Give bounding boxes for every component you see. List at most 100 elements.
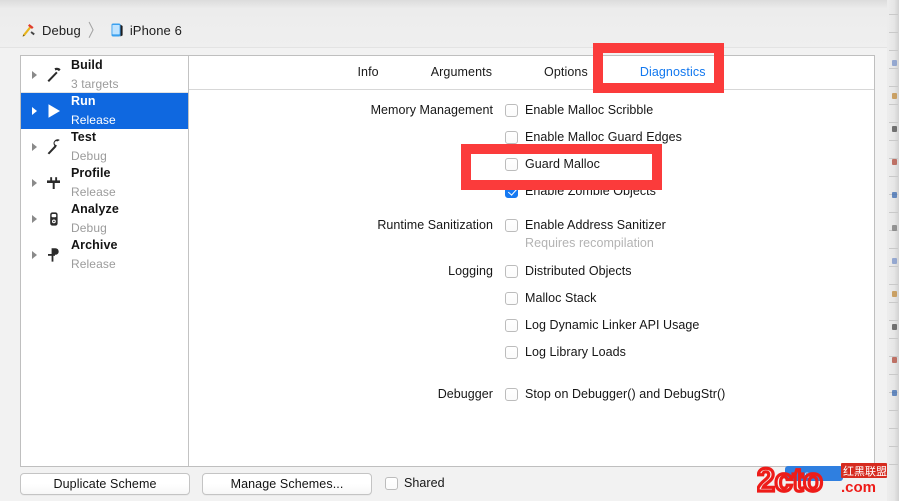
tab-diagnostics[interactable]: Diagnostics bbox=[614, 56, 732, 89]
disclosure-triangle-icon[interactable] bbox=[29, 179, 40, 187]
title-bar: Debug 〉 iPhone 6 bbox=[0, 0, 887, 48]
sidebar-item-test[interactable]: Test Debug bbox=[21, 129, 188, 165]
diagnostics-settings: Memory Management Enable Malloc Scribble E… bbox=[189, 89, 874, 407]
breadcrumb: Debug 〉 iPhone 6 bbox=[20, 20, 182, 40]
sidebar-item-title: Test bbox=[71, 130, 96, 144]
svg-text:2cto: 2cto bbox=[757, 462, 823, 497]
checkbox-field[interactable]: Enable Malloc Scribble bbox=[505, 103, 653, 117]
sidebar-item-subtitle: Debug bbox=[71, 221, 107, 235]
checkbox-label: Distributed Objects bbox=[525, 264, 632, 278]
settings-row: Enable Zombie Objects bbox=[189, 184, 874, 204]
settings-row: Enable Malloc Guard Edges bbox=[189, 130, 874, 150]
sidebar-item-subtitle: Debug bbox=[71, 149, 107, 163]
diagnostics-pane: Info Arguments Options Diagnostics Memor… bbox=[189, 56, 874, 466]
checkbox[interactable] bbox=[505, 319, 518, 332]
svg-text:红黑联盟: 红黑联盟 bbox=[843, 465, 887, 478]
shared-checkbox-group[interactable]: Shared bbox=[385, 476, 445, 490]
checkbox-label: Enable Address Sanitizer bbox=[525, 218, 666, 232]
settings-group-label: Logging bbox=[189, 264, 505, 278]
shared-checkbox[interactable] bbox=[385, 477, 398, 490]
settings-group-label: Debugger bbox=[189, 387, 505, 401]
editor-panel: Build 3 targets Run Release bbox=[20, 55, 875, 467]
checkbox-label: Malloc Stack bbox=[525, 291, 596, 305]
settings-group: Runtime SanitizationEnable Address Sanit… bbox=[189, 218, 874, 250]
checkbox-label: Enable Malloc Guard Edges bbox=[525, 130, 682, 144]
checkbox[interactable] bbox=[505, 158, 518, 171]
sidebar-item-subtitle: Release bbox=[71, 257, 116, 271]
sidebar-item-run[interactable]: Run Release bbox=[21, 93, 188, 129]
xcode-icon bbox=[20, 22, 37, 39]
checkbox[interactable] bbox=[505, 104, 518, 117]
sidebar-item-subtitle: Release bbox=[71, 113, 116, 127]
settings-group-label: Memory Management bbox=[189, 103, 505, 117]
sidebar-item-analyze[interactable]: Analyze Debug bbox=[21, 201, 188, 237]
tab-info[interactable]: Info bbox=[331, 56, 404, 89]
disclosure-triangle-icon[interactable] bbox=[29, 215, 40, 223]
checkbox-label: Log Library Loads bbox=[525, 345, 626, 359]
svg-text:.com: .com bbox=[841, 479, 876, 496]
checkbox-label: Enable Zombie Objects bbox=[525, 184, 656, 198]
sidebar-item-archive[interactable]: Archive Release bbox=[21, 237, 188, 273]
shared-label: Shared bbox=[404, 476, 445, 490]
sidebar-item-profile[interactable]: Profile Release bbox=[21, 165, 188, 201]
settings-group: Logging Distributed Objects Malloc Stack Lo… bbox=[189, 264, 874, 365]
settings-row: Memory Management Enable Malloc Scribble bbox=[189, 103, 874, 123]
settings-group-label: Runtime Sanitization bbox=[189, 218, 505, 232]
checkbox[interactable] bbox=[505, 265, 518, 278]
checkbox-field[interactable]: Enable Zombie Objects bbox=[505, 184, 656, 198]
checkbox[interactable] bbox=[505, 219, 518, 232]
checkbox[interactable] bbox=[505, 131, 518, 144]
checkbox-label: Enable Malloc Scribble bbox=[525, 103, 653, 117]
settings-row: Guard Malloc bbox=[189, 157, 874, 177]
settings-row: Log Library Loads bbox=[189, 345, 874, 365]
checkbox-field[interactable]: Malloc Stack bbox=[505, 291, 596, 305]
checkbox-field[interactable]: Distributed Objects bbox=[505, 264, 632, 278]
bottom-toolbar: Duplicate Scheme Manage Schemes... Share… bbox=[0, 467, 887, 501]
hammer-icon bbox=[43, 65, 65, 85]
sidebar-item-title: Run bbox=[71, 94, 96, 108]
settings-row: Runtime SanitizationEnable Address Sanit… bbox=[189, 218, 874, 250]
checkbox-label: Guard Malloc bbox=[525, 157, 600, 171]
disclosure-triangle-icon[interactable] bbox=[29, 143, 40, 151]
settings-row: Logging Distributed Objects bbox=[189, 264, 874, 284]
sidebar-item-title: Build bbox=[71, 58, 103, 72]
checkbox-note: Requires recompilation bbox=[525, 236, 666, 250]
duplicate-scheme-button[interactable]: Duplicate Scheme bbox=[20, 473, 190, 495]
watermark-logo: os 红黑联盟 2cto .com bbox=[757, 459, 889, 497]
checkbox[interactable] bbox=[505, 388, 518, 401]
checkbox[interactable] bbox=[505, 346, 518, 359]
sidebar-item-title: Analyze bbox=[71, 202, 119, 216]
manage-schemes-button[interactable]: Manage Schemes... bbox=[202, 473, 372, 495]
settings-row: Log Dynamic Linker API Usage bbox=[189, 318, 874, 338]
settings-row: DebuggerStop on Debugger() and DebugStr(… bbox=[189, 387, 874, 407]
disclosure-triangle-icon[interactable] bbox=[29, 107, 40, 115]
background-window-sliver bbox=[886, 0, 899, 501]
tab-arguments[interactable]: Arguments bbox=[405, 56, 518, 89]
disclosure-triangle-icon[interactable] bbox=[29, 71, 40, 79]
checkbox-field[interactable]: Enable Malloc Guard Edges bbox=[505, 130, 682, 144]
sidebar-item-subtitle: 3 targets bbox=[71, 77, 119, 91]
checkbox-field[interactable]: Enable Address Sanitizer Requires recompi… bbox=[505, 218, 666, 250]
sidebar-item-title: Profile bbox=[71, 166, 111, 180]
breadcrumb-scheme[interactable]: Debug bbox=[42, 23, 81, 38]
checkbox-field[interactable]: Stop on Debugger() and DebugStr() bbox=[505, 387, 725, 401]
disclosure-triangle-icon[interactable] bbox=[29, 251, 40, 259]
tab-options[interactable]: Options bbox=[518, 56, 614, 89]
sidebar-item-build[interactable]: Build 3 targets bbox=[21, 57, 188, 93]
checkbox-label: Log Dynamic Linker API Usage bbox=[525, 318, 699, 332]
settings-group: DebuggerStop on Debugger() and DebugStr(… bbox=[189, 387, 874, 407]
settings-group: Memory Management Enable Malloc Scribble E… bbox=[189, 103, 874, 204]
gauge-icon bbox=[43, 173, 65, 193]
play-icon bbox=[43, 101, 65, 121]
checkbox-field[interactable]: Guard Malloc bbox=[505, 157, 600, 171]
checkbox[interactable] bbox=[505, 292, 518, 305]
breadcrumb-destination[interactable]: iPhone 6 bbox=[130, 23, 182, 38]
checkbox-field[interactable]: Log Dynamic Linker API Usage bbox=[505, 318, 699, 332]
sidebar-item-title: Archive bbox=[71, 238, 118, 252]
scheme-editor-sheet: Debug 〉 iPhone 6 bbox=[0, 0, 887, 501]
microscope-icon bbox=[43, 209, 65, 229]
wrench-icon bbox=[43, 137, 65, 157]
checkbox-field[interactable]: Log Library Loads bbox=[505, 345, 626, 359]
iphone-device-icon bbox=[109, 22, 125, 38]
checkbox[interactable] bbox=[505, 185, 518, 198]
